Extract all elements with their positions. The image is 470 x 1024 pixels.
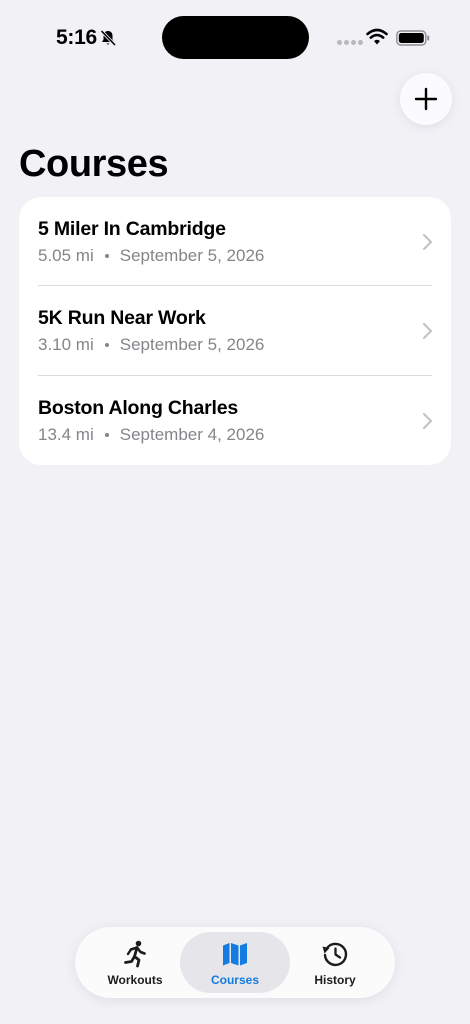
- course-distance: 13.4 mi: [38, 425, 94, 444]
- course-row[interactable]: 5K Run Near Work 3.10 mi September 5, 20…: [19, 286, 451, 375]
- course-meta: 5.05 mi September 5, 2026: [38, 246, 264, 266]
- running-figure-icon: [124, 940, 146, 968]
- battery-icon: [396, 30, 430, 46]
- course-meta: 3.10 mi September 5, 2026: [38, 335, 264, 355]
- map-icon: [223, 943, 247, 966]
- cellular-signal-icon: [337, 40, 363, 45]
- wifi-icon: [366, 28, 388, 45]
- course-name: 5 Miler In Cambridge: [38, 218, 226, 240]
- separator-dot: [104, 343, 109, 347]
- tab-history[interactable]: History: [280, 932, 390, 993]
- course-list: 5 Miler In Cambridge 5.05 mi September 5…: [19, 197, 451, 465]
- add-course-button[interactable]: [400, 73, 452, 125]
- course-meta: 13.4 mi September 4, 2026: [38, 425, 264, 445]
- course-date: September 4, 2026: [119, 425, 265, 444]
- chevron-right-icon: [422, 412, 433, 430]
- course-date: September 5, 2026: [119, 335, 265, 354]
- chevron-right-icon: [422, 233, 433, 251]
- tab-label: Workouts: [107, 973, 163, 987]
- tab-courses[interactable]: Courses: [180, 932, 290, 993]
- history-icon: [322, 942, 348, 967]
- plus-icon: [414, 87, 438, 111]
- chevron-right-icon: [422, 322, 433, 340]
- tab-label: History: [314, 973, 356, 987]
- tab-label: Courses: [210, 973, 260, 987]
- course-row[interactable]: 5 Miler In Cambridge 5.05 mi September 5…: [19, 197, 451, 286]
- course-distance: 5.05 mi: [38, 246, 94, 265]
- tab-workouts[interactable]: Workouts: [80, 932, 190, 993]
- dynamic-island: [162, 16, 309, 59]
- page-title: Courses: [19, 143, 169, 185]
- course-date: September 5, 2026: [119, 246, 265, 265]
- course-row[interactable]: Boston Along Charles 13.4 mi September 4…: [19, 376, 451, 465]
- tab-bar: Workouts Courses History: [75, 927, 395, 998]
- separator-dot: [104, 433, 109, 437]
- course-distance: 3.10 mi: [38, 335, 94, 354]
- bell-slash-icon: [100, 29, 117, 47]
- course-name: Boston Along Charles: [38, 397, 239, 419]
- status-time: 5:16: [56, 26, 97, 49]
- course-name: 5K Run Near Work: [38, 307, 206, 329]
- separator-dot: [104, 254, 109, 258]
